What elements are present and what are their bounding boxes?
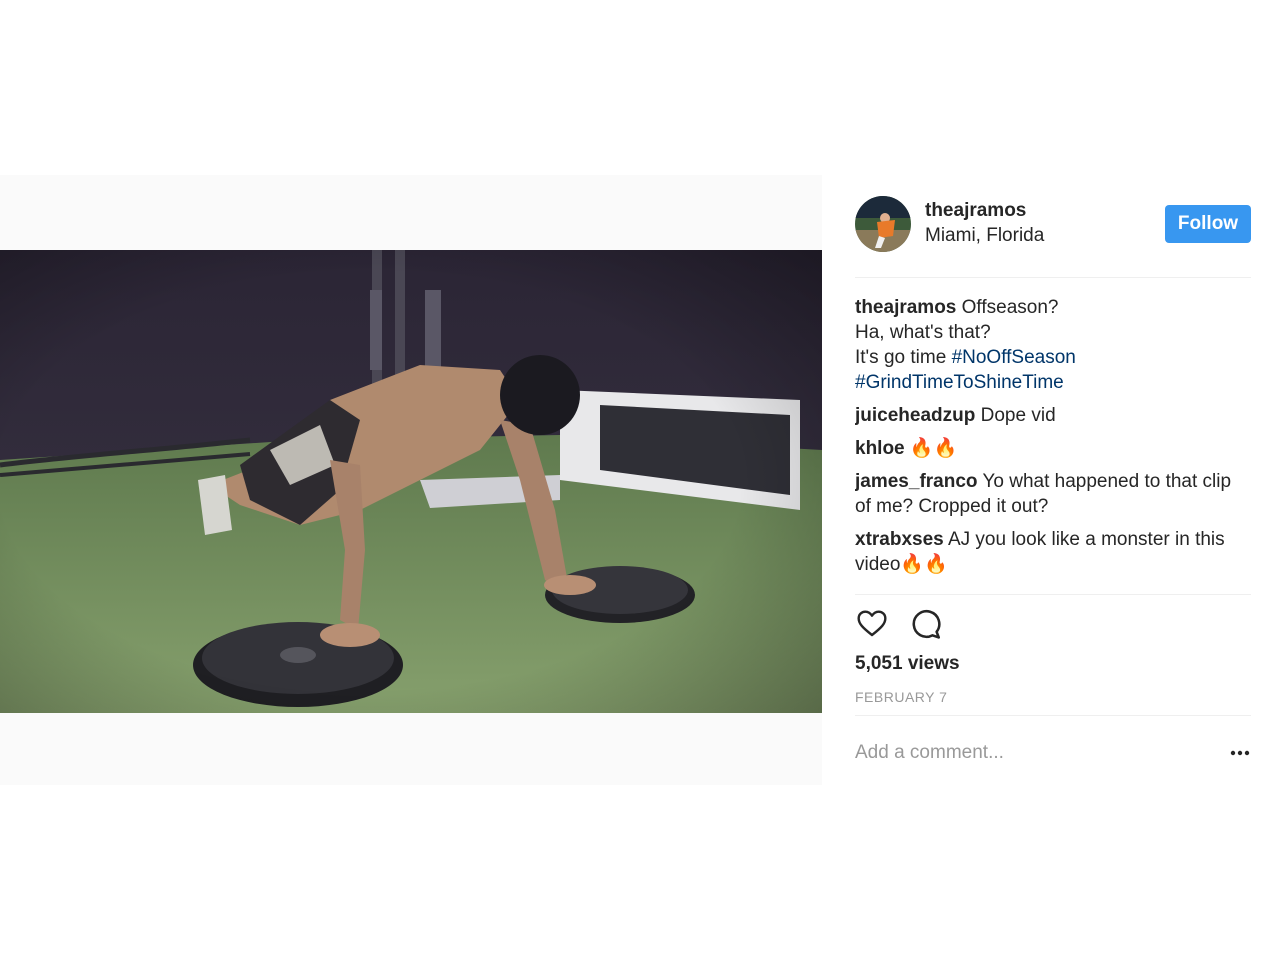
- comment: juiceheadzup Dope vid: [855, 403, 1251, 428]
- post-video[interactable]: [0, 250, 822, 713]
- comments-list[interactable]: theajramos Offseason? Ha, what's that? I…: [855, 295, 1251, 593]
- comment-icon[interactable]: [909, 607, 943, 641]
- divider: [855, 715, 1251, 716]
- hashtag-link[interactable]: #NoOffSeason: [952, 347, 1076, 368]
- caption: theajramos Offseason? Ha, what's that? I…: [855, 295, 1251, 395]
- comment-input[interactable]: Add a comment...: [855, 742, 1004, 764]
- post-date[interactable]: FEBRUARY 7: [855, 689, 947, 705]
- comment-text: Dope vid: [980, 405, 1056, 426]
- action-bar: [855, 607, 1251, 643]
- heart-icon[interactable]: [855, 607, 889, 639]
- divider: [855, 277, 1251, 278]
- comment-username[interactable]: juiceheadzup: [855, 405, 975, 426]
- instagram-post: theajramos Miami, Florida Follow theajra…: [0, 175, 1280, 785]
- avatar[interactable]: [855, 196, 911, 252]
- caption-text-line3: It's go time: [855, 347, 947, 368]
- comment: james_franco Yo what happened to that cl…: [855, 469, 1251, 519]
- comment-username[interactable]: james_franco: [855, 471, 978, 492]
- comment-text: 🔥🔥: [909, 438, 958, 459]
- username-link[interactable]: theajramos: [925, 200, 1026, 222]
- caption-username[interactable]: theajramos: [855, 297, 956, 318]
- view-count[interactable]: 5,051 views: [855, 653, 960, 675]
- media-panel: [0, 175, 822, 785]
- post-sidebar: theajramos Miami, Florida Follow theajra…: [822, 175, 1280, 785]
- comment-username[interactable]: khloe: [855, 438, 905, 459]
- caption-text-line2: Ha, what's that?: [855, 322, 991, 343]
- comment: xtrabxses AJ you look like a monster in …: [855, 527, 1251, 577]
- location-link[interactable]: Miami, Florida: [925, 225, 1044, 247]
- comment: khloe 🔥🔥: [855, 436, 1251, 461]
- comment-username[interactable]: xtrabxses: [855, 529, 944, 550]
- divider: [855, 594, 1251, 595]
- more-options-icon[interactable]: [1228, 741, 1252, 765]
- post-header: theajramos Miami, Florida Follow: [855, 196, 1251, 254]
- follow-button[interactable]: Follow: [1165, 205, 1251, 243]
- caption-text-line1: Offseason?: [961, 297, 1059, 318]
- hashtag-link[interactable]: #GrindTimeToShineTime: [855, 372, 1064, 393]
